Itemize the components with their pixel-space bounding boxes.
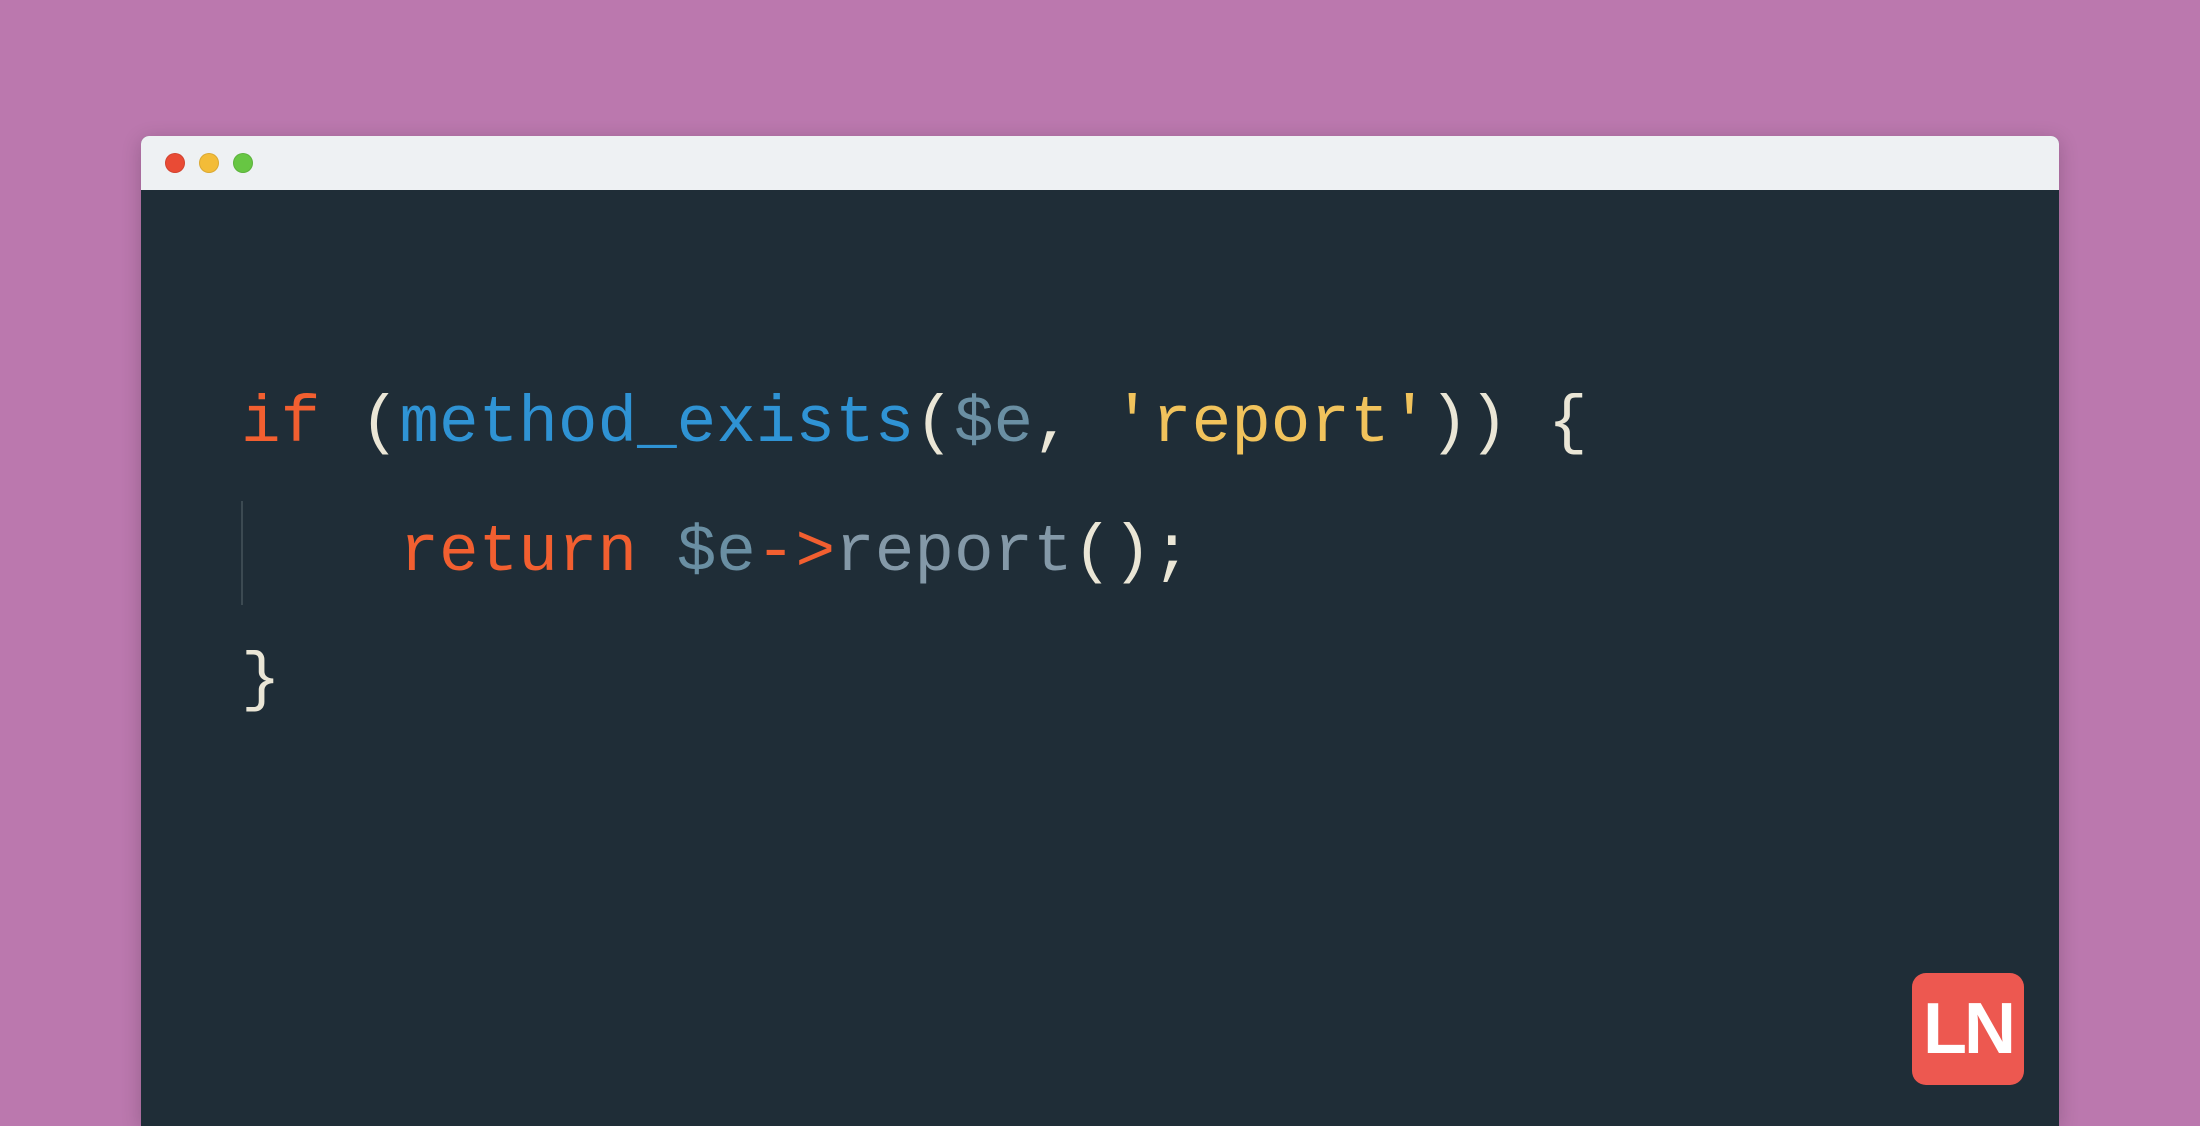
indent-guide bbox=[241, 501, 243, 606]
indent bbox=[241, 515, 399, 590]
open-paren: ( bbox=[320, 386, 399, 461]
code-line-1: if (method_exists($e, 'report')) { bbox=[241, 360, 1959, 489]
brand-logo: LN bbox=[1912, 973, 2024, 1085]
variable-e-2: $e bbox=[677, 515, 756, 590]
function-name: method_exists bbox=[399, 386, 914, 461]
code-line-2: return $e->report(); bbox=[241, 489, 1959, 618]
minimize-icon[interactable] bbox=[199, 153, 219, 173]
method-report: report bbox=[835, 515, 1073, 590]
open-brace: { bbox=[1508, 386, 1587, 461]
close-brace: } bbox=[241, 643, 281, 718]
variable-e: $e bbox=[954, 386, 1033, 461]
logo-text: LN bbox=[1923, 988, 2013, 1070]
keyword-if: if bbox=[241, 386, 320, 461]
maximize-icon[interactable] bbox=[233, 153, 253, 173]
arrow-operator: -> bbox=[756, 515, 835, 590]
editor-window: if (method_exists($e, 'report')) { retur… bbox=[141, 136, 2059, 1126]
string-report: 'report' bbox=[1112, 386, 1429, 461]
call-parens: (); bbox=[1073, 515, 1192, 590]
keyword-return: return bbox=[399, 515, 637, 590]
args-close: )) bbox=[1429, 386, 1508, 461]
space bbox=[637, 515, 677, 590]
titlebar bbox=[141, 136, 2059, 190]
comma: , bbox=[1033, 386, 1112, 461]
code-editor: if (method_exists($e, 'report')) { retur… bbox=[141, 190, 2059, 806]
close-icon[interactable] bbox=[165, 153, 185, 173]
args-open: ( bbox=[914, 386, 954, 461]
code-line-3: } bbox=[241, 617, 1959, 746]
